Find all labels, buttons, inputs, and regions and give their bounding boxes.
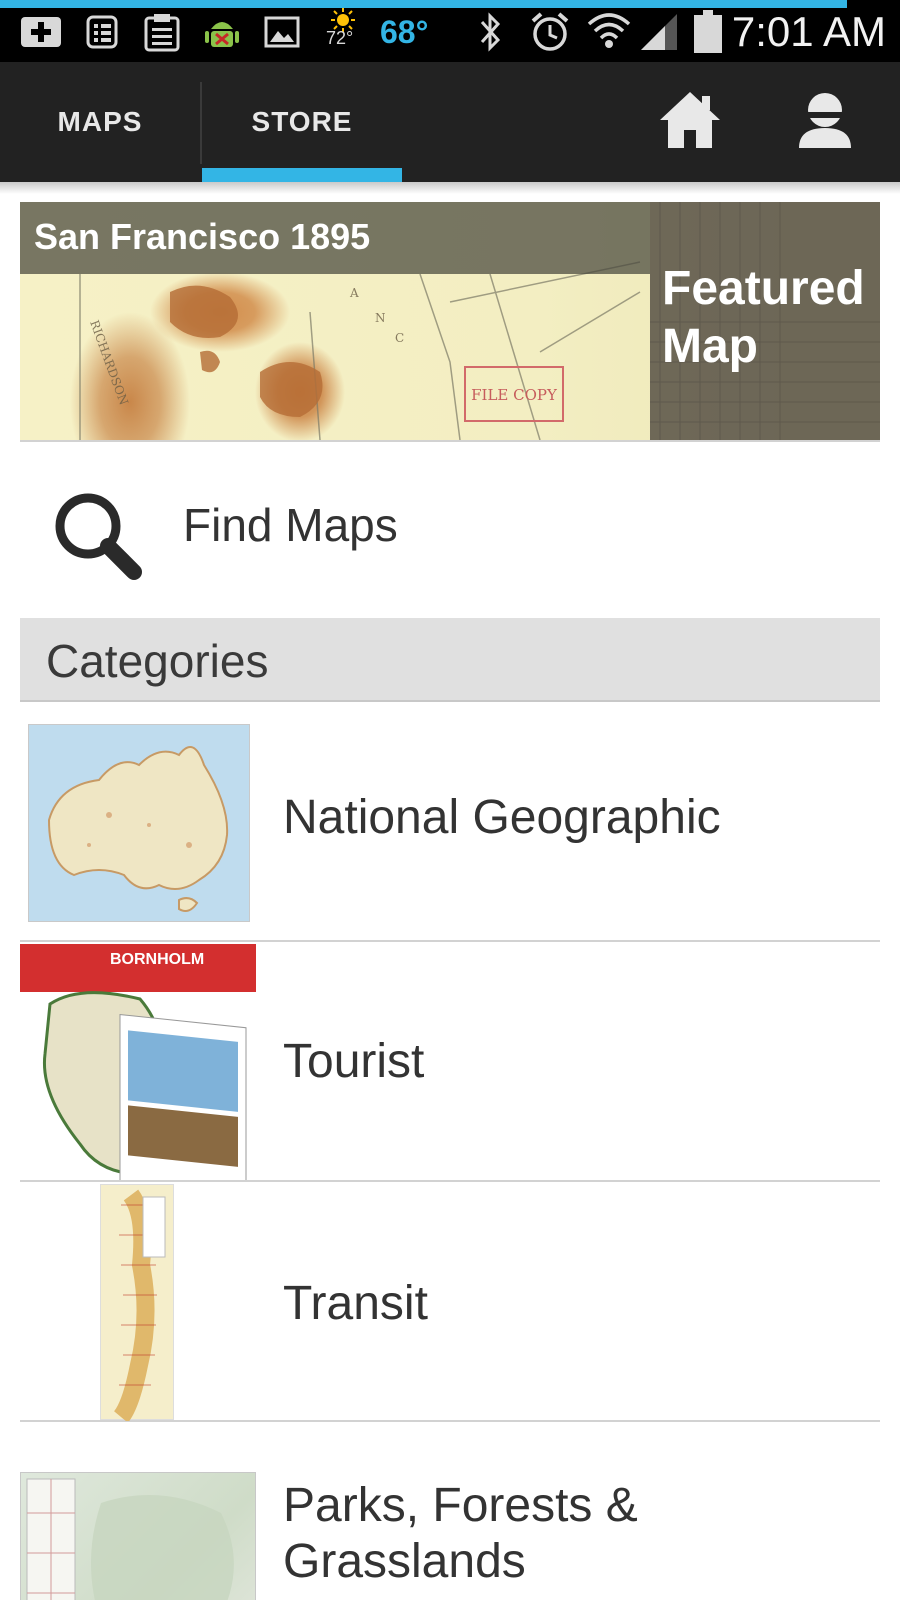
svg-text:A: A <box>349 286 359 300</box>
category-transit[interactable]: Transit <box>20 1184 880 1422</box>
svg-text:C: C <box>395 331 404 345</box>
home-button[interactable] <box>640 62 740 182</box>
bornholm-title: BORNHOLM <box>110 951 204 968</box>
action-bar: MAPS STORE <box>0 62 900 182</box>
clock-time: 7:01 AM <box>731 8 886 55</box>
battery-icon <box>690 10 726 53</box>
cell-signal-icon <box>638 12 680 52</box>
category-label: Tourist <box>283 1035 425 1088</box>
category-label: Parks, Forests & Grasslands <box>283 1479 638 1588</box>
alarm-icon <box>528 12 572 52</box>
category-label: Transit <box>283 1277 428 1330</box>
add-notification-icon <box>18 12 64 52</box>
category-label: National Geographic <box>283 791 721 844</box>
parks-map-thumbnail <box>20 1424 258 1600</box>
profile-button[interactable] <box>775 62 875 182</box>
tab-maps[interactable]: MAPS <box>0 62 200 182</box>
australia-map-thumbnail <box>20 704 258 942</box>
category-parks-forests-grasslands[interactable]: Parks, Forests & Grasslands <box>20 1424 880 1600</box>
stamp-text: FILE COPY <box>471 386 557 404</box>
download-progress-bar <box>0 0 847 8</box>
home-icon <box>658 90 722 155</box>
profile-icon <box>795 90 855 155</box>
tab-store[interactable]: STORE <box>202 62 402 182</box>
wifi-icon <box>586 12 632 52</box>
categories-header: Categories <box>20 618 880 702</box>
selected-tab-indicator <box>202 168 402 182</box>
categories-header-label: Categories <box>46 635 269 687</box>
category-national-geographic[interactable]: National Geographic <box>20 704 880 942</box>
clipboard-icon <box>140 12 184 52</box>
action-bar-shadow <box>0 182 900 194</box>
weather-temperature-small: 72° <box>326 28 354 48</box>
search-icon <box>48 486 148 586</box>
featured-map-title: San Francisco 1895 <box>34 216 371 257</box>
calculator-icon <box>84 12 120 52</box>
image-icon <box>262 12 302 52</box>
featured-map-banner[interactable]: RICHARDSON A N C FILE COPY San Francisco… <box>20 202 880 440</box>
bornholm-map-thumbnail: BORNHOLM <box>20 944 258 1182</box>
file-copy-stamp: FILE COPY <box>464 366 564 422</box>
svg-text:RICHARDSON: RICHARDSON <box>87 318 131 407</box>
weather-temperature: 68° <box>380 14 429 50</box>
find-maps-label: Find Maps <box>183 499 398 551</box>
svg-text:N: N <box>375 311 386 325</box>
featured-map-badge: Featured Map <box>662 262 865 373</box>
status-bar: 72° 68° 7:01 AM <box>0 0 900 62</box>
android-debug-icon <box>202 12 242 52</box>
transit-map-thumbnail <box>20 1184 258 1422</box>
bluetooth-icon <box>474 12 508 52</box>
category-tourist[interactable]: BORNHOLM Tourist <box>20 944 880 1182</box>
find-maps-button[interactable]: Find Maps <box>20 442 880 612</box>
